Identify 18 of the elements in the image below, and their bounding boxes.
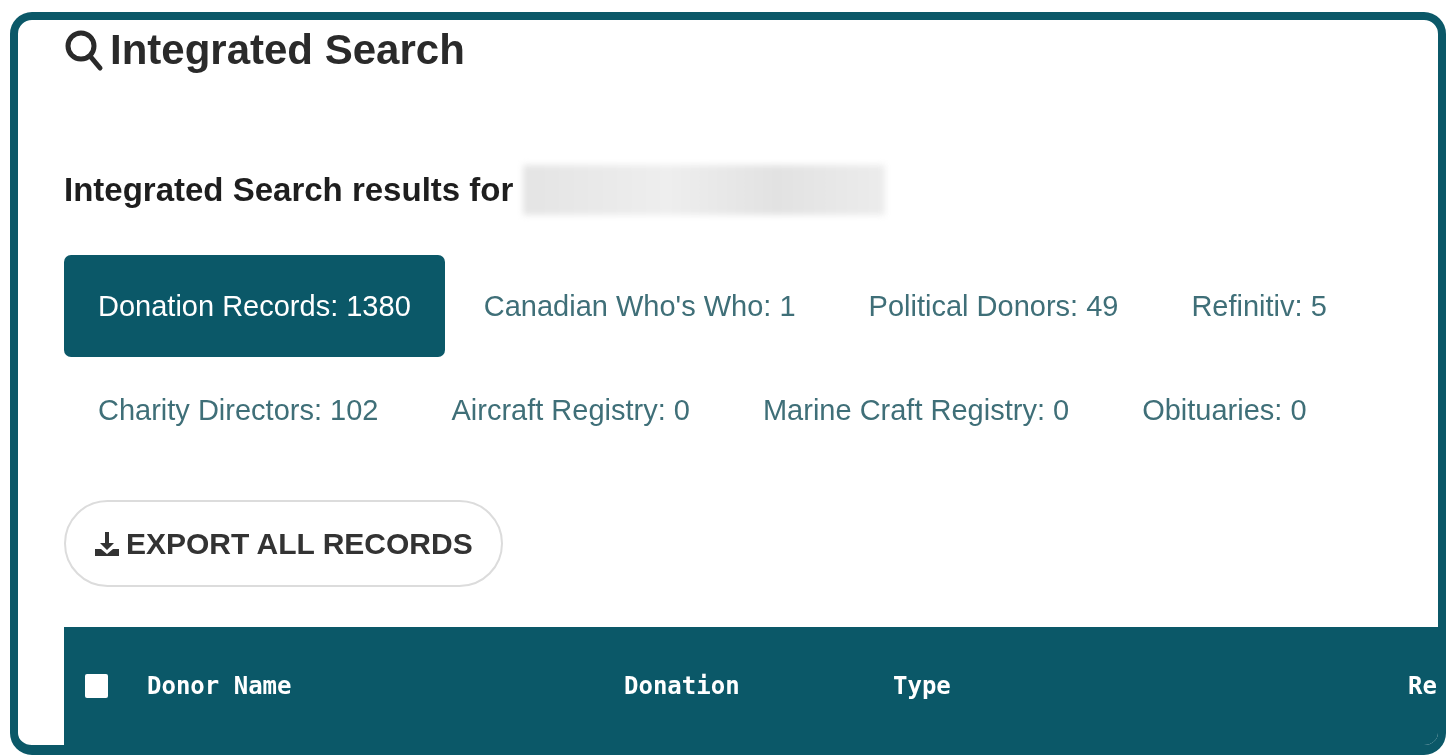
result-tab[interactable]: Obituaries: 0 [1108, 359, 1341, 461]
result-tab[interactable]: Marine Craft Registry: 0 [728, 359, 1104, 461]
result-tab[interactable]: Donation Records: 1380 [64, 255, 445, 357]
result-tab[interactable]: Canadian Who's Who: 1 [449, 255, 830, 357]
column-header[interactable]: Type [893, 672, 1408, 700]
download-icon [94, 530, 120, 557]
column-header[interactable]: Re [1408, 672, 1438, 700]
select-all-checkbox[interactable] [85, 674, 108, 698]
column-header[interactable]: Donor Name [147, 672, 624, 700]
column-header[interactable]: Donation [624, 672, 893, 700]
search-icon [64, 28, 104, 72]
result-tab[interactable]: Political Donors: 49 [834, 255, 1153, 357]
export-button[interactable]: EXPORT ALL RECORDS [64, 500, 503, 587]
result-tab[interactable]: Refinitiv: 5 [1157, 255, 1361, 357]
result-tab[interactable]: Charity Directors: 102 [64, 359, 413, 461]
results-heading: Integrated Search results for [64, 171, 514, 209]
result-tab[interactable]: Aircraft Registry: 0 [417, 359, 724, 461]
page-title: Integrated Search [110, 26, 465, 74]
